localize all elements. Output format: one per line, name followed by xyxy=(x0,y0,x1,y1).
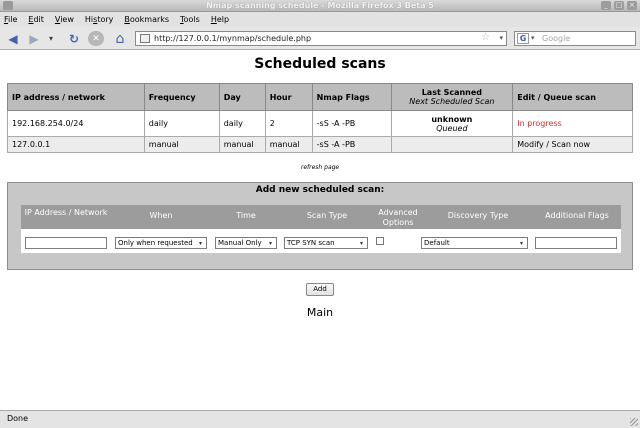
additional-flags-input[interactable] xyxy=(535,237,617,249)
back-icon[interactable]: ◀ xyxy=(5,31,21,46)
form-col-when: When xyxy=(149,211,173,220)
next-scan-value: Queued xyxy=(436,123,468,133)
cell-day: daily xyxy=(218,110,266,137)
cell-last-scanned xyxy=(390,136,514,153)
menu-bookmarks[interactable]: Bookmarks xyxy=(124,15,169,24)
add-scan-form: IP Address / Network When Time Scan Type… xyxy=(21,205,621,253)
cell-hour: manual xyxy=(264,136,313,153)
add-button[interactable]: Add xyxy=(306,283,334,296)
form-col-advanced: Advanced Options xyxy=(378,208,418,227)
col-day: Day xyxy=(218,83,266,111)
window-title: Nmap scanning schedule - Mozilla Firefox… xyxy=(206,1,434,10)
when-select[interactable]: Only when requested ▾ xyxy=(115,237,207,249)
resize-grip-icon[interactable] xyxy=(630,418,638,426)
add-scan-panel: Add new scheduled scan: IP Address / Net… xyxy=(7,182,633,270)
search-placeholder[interactable]: Google xyxy=(542,34,570,43)
menu-history[interactable]: History xyxy=(85,15,113,24)
navigation-toolbar: ◀ ▶ ▾ ↻ ✕ ⌂ http://127.0.0.1/mynmap/sche… xyxy=(0,27,640,50)
cell-day: manual xyxy=(218,136,266,153)
table-row: 192.168.254.0/24 daily daily 2 -sS -A -P… xyxy=(7,110,633,137)
col-frequency: Frequency xyxy=(143,83,220,111)
discovery-selected-value: Default xyxy=(424,239,450,247)
maximize-button[interactable]: □ xyxy=(614,1,624,10)
modify-scan-now-link[interactable]: Modify / Scan now xyxy=(512,136,633,153)
advanced-options-checkbox[interactable] xyxy=(376,237,384,245)
cell-flags: -sS -A -PB xyxy=(311,136,392,153)
add-scan-title: Add new scheduled scan: xyxy=(255,185,385,195)
search-box[interactable]: G ▾ Google xyxy=(514,31,636,46)
refresh-page-link[interactable]: refresh page xyxy=(0,164,640,171)
form-col-flags: Additional Flags xyxy=(545,211,609,220)
page-content: Scheduled scans IP address / network Fre… xyxy=(0,50,640,410)
menu-view[interactable]: View xyxy=(55,15,74,24)
menu-tools[interactable]: Tools xyxy=(180,15,200,24)
scheduled-scans-table: IP address / network Frequency Day Hour … xyxy=(7,83,633,153)
window-titlebar: Nmap scanning schedule - Mozilla Firefox… xyxy=(0,0,640,12)
main-link[interactable]: Main xyxy=(0,306,640,319)
scan-type-select[interactable]: TCP SYN scan ▾ xyxy=(284,237,368,249)
page-title: Scheduled scans xyxy=(254,56,386,72)
cell-flags: -sS -A -PB xyxy=(311,110,392,137)
history-dropdown-icon[interactable]: ▾ xyxy=(46,31,56,46)
cell-frequency: manual xyxy=(143,136,220,153)
menu-help[interactable]: Help xyxy=(211,15,229,24)
table-row: 127.0.0.1 manual manual manual -sS -A -P… xyxy=(7,136,633,153)
url-text[interactable]: http://127.0.0.1/mynmap/schedule.php xyxy=(154,34,311,43)
ip-address-input[interactable] xyxy=(25,237,107,249)
scan-type-selected-value: TCP SYN scan xyxy=(287,239,335,247)
url-dropdown-icon[interactable]: ▾ xyxy=(499,34,503,42)
cell-frequency: daily xyxy=(143,110,220,137)
form-col-time: Time xyxy=(236,211,256,220)
close-window-button[interactable]: × xyxy=(627,1,637,10)
stop-icon[interactable]: ✕ xyxy=(88,31,104,46)
when-selected-value: Only when requested xyxy=(118,239,193,247)
forward-icon[interactable]: ▶ xyxy=(26,31,42,46)
menubar: File Edit View History Bookmarks Tools H… xyxy=(0,12,640,27)
menu-file[interactable]: File xyxy=(4,15,17,24)
form-col-discovery: Discovery Type xyxy=(447,211,509,220)
col-last-scanned: Last Scanned Next Scheduled Scan xyxy=(390,83,514,111)
time-select[interactable]: Manual Only ▾ xyxy=(215,237,277,249)
status-bar: Done xyxy=(0,410,640,428)
form-header-row: IP Address / Network When Time Scan Type… xyxy=(21,205,621,229)
col-next-label: Next Scheduled Scan xyxy=(409,97,495,106)
cell-last-scanned: unknown Queued xyxy=(390,110,514,137)
col-ip: IP address / network xyxy=(7,83,145,111)
chevron-down-icon: ▾ xyxy=(268,240,272,247)
minimize-button[interactable]: _ xyxy=(601,1,611,10)
menu-edit[interactable]: Edit xyxy=(28,15,44,24)
search-engine-dropdown-icon[interactable]: ▾ xyxy=(531,34,535,42)
discovery-type-select[interactable]: Default ▾ xyxy=(421,237,528,249)
chevron-down-icon: ▾ xyxy=(198,240,202,247)
col-hour: Hour xyxy=(264,83,313,111)
last-scanned-value: unknown xyxy=(431,114,473,124)
url-bar[interactable]: http://127.0.0.1/mynmap/schedule.php ☆ ▾ xyxy=(135,31,507,46)
reload-icon[interactable]: ↻ xyxy=(66,31,82,46)
cell-ip: 127.0.0.1 xyxy=(7,136,145,153)
status-text: Done xyxy=(7,414,29,423)
cell-ip: 192.168.254.0/24 xyxy=(7,110,145,137)
col-edit: Edit / Queue scan xyxy=(512,83,633,111)
chevron-down-icon: ▾ xyxy=(359,240,363,247)
cell-hour: 2 xyxy=(264,110,313,137)
col-last-label: Last Scanned xyxy=(421,88,483,97)
in-progress-link[interactable]: In progress xyxy=(512,110,633,137)
time-selected-value: Manual Only xyxy=(218,239,262,247)
table-header-row: IP address / network Frequency Day Hour … xyxy=(7,83,633,111)
form-col-scan-type: Scan Type xyxy=(306,211,348,220)
page-favicon-icon xyxy=(140,34,150,43)
home-icon[interactable]: ⌂ xyxy=(112,31,128,47)
search-engine-icon[interactable]: G xyxy=(517,33,529,44)
form-col-ip: IP Address / Network xyxy=(24,208,108,217)
col-flags: Nmap Flags xyxy=(311,83,392,111)
chevron-down-icon: ▾ xyxy=(519,240,523,247)
bookmark-star-icon[interactable]: ☆ xyxy=(481,32,490,43)
